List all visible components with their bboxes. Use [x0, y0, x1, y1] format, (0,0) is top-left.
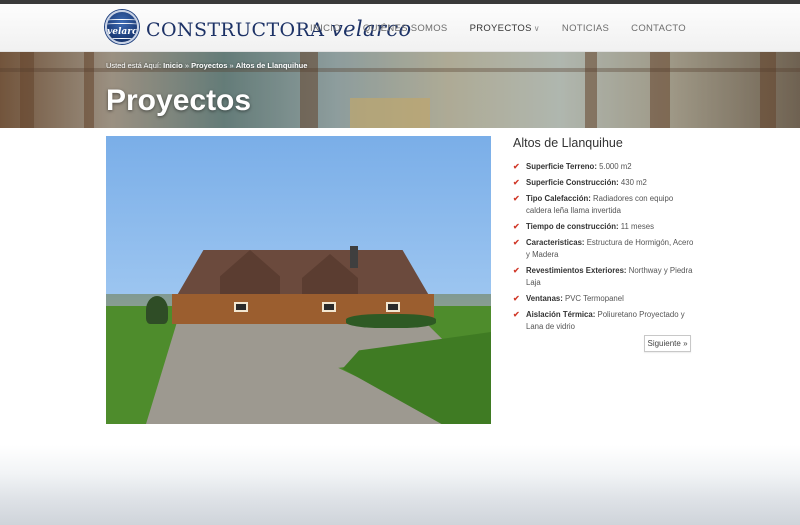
- check-icon: ✔: [513, 238, 520, 247]
- feature-item: ✔ Superficie Construcción: 430 m2: [513, 177, 698, 189]
- project-photo: [106, 136, 491, 424]
- check-icon: ✔: [513, 178, 520, 187]
- breadcrumb-link-inicio[interactable]: Inicio: [163, 61, 183, 70]
- footer-background: [0, 445, 800, 525]
- feature-value: 430 m2: [620, 178, 647, 187]
- breadcrumb-prefix: Usted está Aquí:: [106, 61, 162, 70]
- feature-value: PVC Termopanel: [565, 294, 624, 303]
- breadcrumb-current: Altos de Llanquihue: [235, 61, 308, 70]
- feature-value: 5.000 m2: [599, 162, 632, 171]
- feature-label: Tipo Calefacción:: [526, 194, 591, 203]
- feature-item: ✔ Tiempo de construcción: 11 meses: [513, 221, 698, 233]
- nav-noticias[interactable]: NOTICIAS: [562, 23, 609, 34]
- logo-icon[interactable]: velarco: [105, 10, 139, 44]
- feature-item: ✔ Caracteristicas: Estructura de Hormigó…: [513, 237, 698, 261]
- breadcrumb-separator: »: [229, 61, 234, 70]
- nav-inicio[interactable]: INICIO: [310, 23, 341, 34]
- feature-label: Caracteristicas:: [526, 238, 585, 247]
- logo-text: velarco: [107, 27, 138, 37]
- feature-label: Superficie Construcción:: [526, 178, 619, 187]
- main-nav: INICIO QUIÉNES SOMOS PROYECTOS ∨ NOTICIAS…: [310, 4, 686, 52]
- nav-contacto[interactable]: CONTACTO: [631, 23, 686, 34]
- feature-label: Revestimientos Exteriores:: [526, 266, 627, 275]
- page-title: Proyectos: [106, 84, 252, 117]
- check-icon: ✔: [513, 294, 520, 303]
- nav-quienes-somos[interactable]: QUIÉNES SOMOS: [363, 23, 448, 34]
- chevron-down-icon: ∨: [533, 23, 540, 33]
- feature-value: 11 meses: [620, 222, 654, 231]
- feature-label: Superficie Terreno:: [526, 162, 597, 171]
- feature-item: ✔ Ventanas: PVC Termopanel: [513, 293, 698, 305]
- feature-label: Ventanas:: [526, 294, 563, 303]
- check-icon: ✔: [513, 222, 520, 231]
- feature-item: ✔ Revestimientos Exteriores: Northway y …: [513, 265, 698, 289]
- nav-proyectos-label: PROYECTOS: [469, 22, 532, 34]
- check-icon: ✔: [513, 162, 520, 171]
- check-icon: ✔: [513, 310, 520, 319]
- feature-item: ✔ Tipo Calefacción: Radiadores con equip…: [513, 193, 698, 217]
- breadcrumb-separator: »: [184, 61, 189, 70]
- project-title: Altos de Llanquihue: [513, 136, 623, 150]
- nav-proyectos[interactable]: PROYECTOS ∨: [470, 23, 540, 34]
- feature-label: Tiempo de construcción:: [526, 222, 619, 231]
- next-button[interactable]: Siguiente »: [644, 335, 691, 352]
- feature-item: ✔ Superficie Terreno: 5.000 m2: [513, 161, 698, 173]
- feature-item: ✔ Aislación Térmica: Poliuretano Proyect…: [513, 309, 698, 333]
- check-icon: ✔: [513, 194, 520, 203]
- check-icon: ✔: [513, 266, 520, 275]
- brand-part1: CONSTRUCTORA: [146, 19, 325, 41]
- breadcrumb: Usted está Aquí: Inicio » Proyectos » Al…: [106, 61, 307, 70]
- project-info: Altos de Llanquihue ✔ Superficie Terreno…: [513, 136, 698, 337]
- breadcrumb-link-proyectos[interactable]: Proyectos: [191, 61, 227, 70]
- feature-label: Aislación Térmica:: [526, 310, 596, 319]
